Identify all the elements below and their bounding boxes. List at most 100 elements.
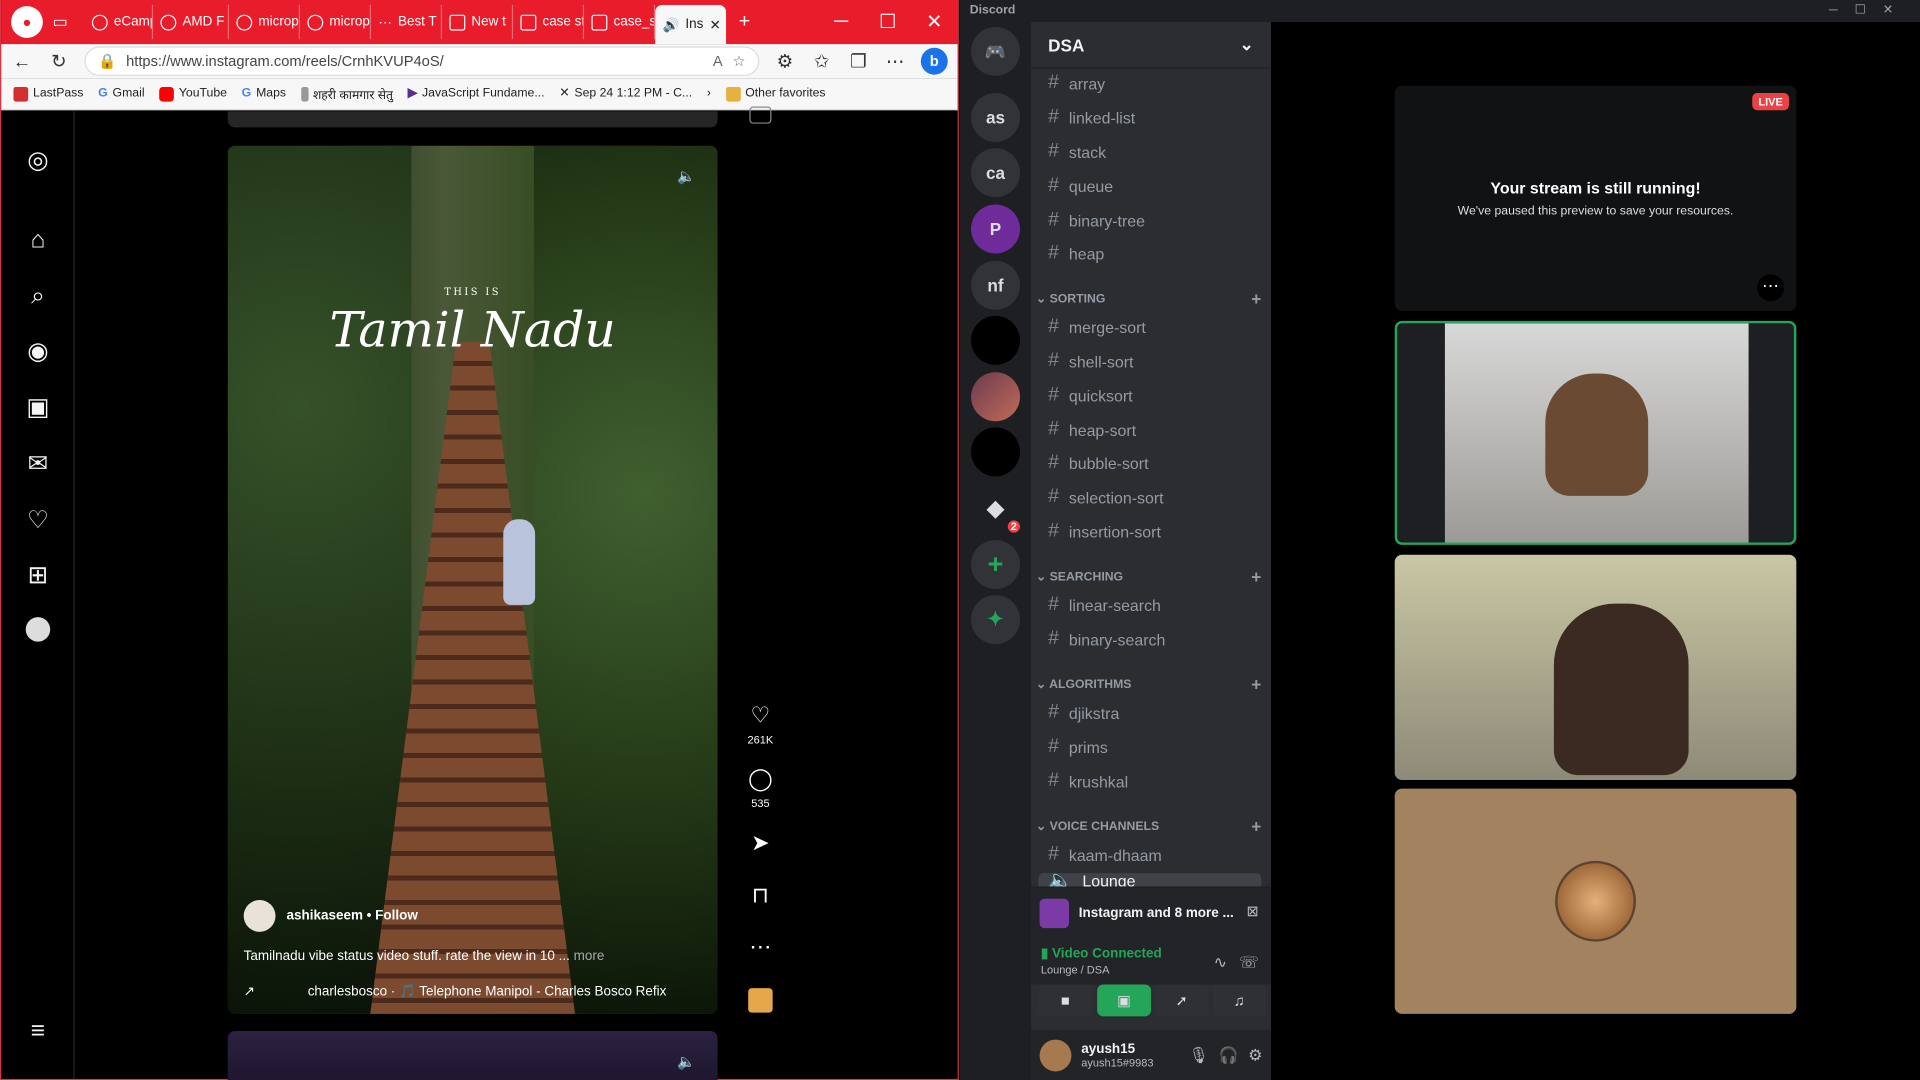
tab[interactable]: ⋯ Best T: [371, 4, 443, 40]
soundboard-button[interactable]: ♫: [1212, 984, 1267, 1017]
activity-launcher-button[interactable]: ➚: [1154, 984, 1209, 1017]
tab[interactable]: New t: [442, 4, 514, 40]
category-header[interactable]: ⌄ SORTING +: [1036, 287, 1261, 311]
settings-gear-icon[interactable]: ⚙: [1248, 1045, 1262, 1065]
other-favorites[interactable]: Other favorites: [725, 86, 826, 102]
messenger-icon[interactable]: ✉: [23, 449, 52, 478]
options-icon[interactable]: ⋯: [747, 934, 774, 960]
previous-reel[interactable]: [227, 111, 718, 128]
channel-item[interactable]: # krushkal: [1038, 765, 1261, 797]
category-header[interactable]: ⌄ VOICE CHANNELS +: [1036, 814, 1261, 838]
bookmark-item[interactable]: YouTube: [159, 86, 227, 102]
profile-icon[interactable]: ●: [11, 6, 43, 38]
follow-button[interactable]: Follow: [375, 909, 418, 924]
instagram-logo-icon[interactable]: ◎: [23, 146, 52, 175]
category-header[interactable]: ⌄ ALGORITHMS +: [1036, 672, 1261, 696]
bookmark-item[interactable]: G Gmail: [98, 87, 144, 100]
channel-item[interactable]: # queue: [1038, 170, 1261, 202]
channel-item[interactable]: # linear-search: [1038, 589, 1261, 621]
channel-item[interactable]: # heap: [1038, 238, 1261, 270]
menu-icon[interactable]: ⋯: [884, 50, 906, 72]
close-tab-icon[interactable]: ✕: [709, 17, 720, 33]
add-server-icon[interactable]: +: [971, 540, 1021, 589]
bing-icon[interactable]: b: [920, 47, 948, 75]
user-avatar[interactable]: [1039, 1038, 1072, 1071]
stop-activity-icon[interactable]: ⊠: [1246, 902, 1258, 919]
channel-item[interactable]: # prims: [1038, 731, 1261, 763]
favorite-star-icon[interactable]: ☆: [733, 53, 746, 70]
reel-nav-icon[interactable]: [749, 106, 772, 124]
discord-home-icon[interactable]: 🎮: [971, 26, 1021, 76]
tab-actions-icon[interactable]: ▭: [53, 12, 85, 32]
minimize-icon[interactable]: ─: [818, 11, 865, 33]
channel-item[interactable]: # bubble-sort: [1038, 447, 1261, 479]
connection-status[interactable]: ▮ Video Connected: [1041, 945, 1162, 962]
new-tab-icon[interactable]: +: [726, 11, 763, 33]
reel-video[interactable]: THIS IS Tamil Nadu 🔈 ashikaseem • Follow…: [227, 145, 718, 1014]
close-window-icon[interactable]: ✕: [911, 10, 958, 34]
tab[interactable]: microp: [300, 4, 372, 40]
tab[interactable]: microp: [229, 4, 301, 40]
save-icon[interactable]: ⊓: [747, 883, 774, 909]
channel-item[interactable]: # heap-sort: [1038, 414, 1261, 446]
bookmark-item[interactable]: LastPass: [13, 86, 83, 102]
category-header[interactable]: ⌄ SEARCHING +: [1036, 564, 1261, 588]
comment-icon[interactable]: ◯: [747, 767, 774, 793]
channel-item[interactable]: # selection-sort: [1038, 481, 1261, 513]
bookmark-item[interactable]: शहरी कामगार सेतु: [300, 85, 393, 102]
server-photo-icon[interactable]: [971, 372, 1021, 422]
activity-text[interactable]: Instagram and 8 more ...: [1079, 906, 1234, 921]
window-controls-icon[interactable]: ─☐✕: [1829, 4, 1910, 19]
voice-location[interactable]: Lounge / DSA: [1041, 964, 1110, 976]
channel-item[interactable]: # binary-search: [1038, 623, 1261, 655]
server-dark-icon[interactable]: [971, 315, 1021, 365]
add-channel-icon[interactable]: +: [1251, 567, 1261, 587]
bookmark-item[interactable]: ▶ JavaScript Fundame...: [408, 87, 545, 100]
favorites-icon[interactable]: ✩: [811, 50, 833, 72]
add-channel-icon[interactable]: +: [1251, 817, 1261, 837]
audio-row[interactable]: ↗ charlesbosco · 🎵 Telephone Manipol - C…: [244, 983, 667, 999]
volume-icon[interactable]: 🔈: [677, 168, 695, 185]
video-tile-speaking[interactable]: [1394, 320, 1797, 545]
audio-thumbnail[interactable]: [748, 988, 773, 1013]
channel-item[interactable]: # array: [1038, 67, 1261, 99]
server-p-icon[interactable]: P: [971, 204, 1021, 254]
tab[interactable]: case st: [513, 4, 585, 40]
user-info[interactable]: ayush15 ayush15#9983: [1081, 1041, 1179, 1068]
comment-action[interactable]: ◯ 535: [747, 767, 774, 810]
volume-icon[interactable]: 🔈: [677, 1053, 695, 1070]
add-channel-icon[interactable]: +: [1251, 675, 1261, 695]
tab[interactable]: AMD F: [153, 4, 229, 40]
noise-suppression-icon[interactable]: ∿: [1214, 953, 1227, 973]
channel-item[interactable]: # merge-sort: [1038, 311, 1261, 343]
reels-icon[interactable]: ▣: [23, 393, 52, 422]
profile-avatar-icon[interactable]: [25, 617, 51, 642]
channel-item[interactable]: # shell-sort: [1038, 345, 1261, 377]
headphones-icon[interactable]: 🎧: [1219, 1045, 1239, 1065]
stream-options-icon[interactable]: ⋯: [1757, 274, 1785, 302]
microphone-icon[interactable]: 🎙: [1189, 1045, 1209, 1065]
url-field[interactable]: 🔒 https://www.instagram.com/reels/CrnhKV…: [84, 46, 760, 76]
channel-item[interactable]: # djikstra: [1038, 697, 1261, 729]
share-icon[interactable]: ➤: [747, 830, 774, 856]
server-header[interactable]: DSA ⌄: [1031, 22, 1272, 69]
like-action[interactable]: ♡ 261K: [747, 703, 774, 746]
back-icon[interactable]: ←: [11, 51, 33, 72]
author-avatar[interactable]: [243, 900, 276, 932]
heart-icon[interactable]: ♡: [23, 506, 52, 535]
search-icon[interactable]: ⌕: [23, 282, 52, 311]
tab-active[interactable]: 🔊 Ins ✕: [655, 4, 727, 45]
channel-item[interactable]: # binary-tree: [1038, 204, 1261, 236]
camera-button[interactable]: ■: [1038, 984, 1093, 1017]
video-tile-avatar[interactable]: [1394, 788, 1797, 1014]
bookmark-item[interactable]: ✕ Sep 24 1:12 PM - C...: [559, 87, 692, 100]
stream-preview-tile[interactable]: LIVE Your stream is still running! We've…: [1394, 85, 1797, 312]
refresh-icon[interactable]: ↻: [48, 50, 70, 72]
add-channel-icon[interactable]: +: [1251, 289, 1261, 309]
speaker-icon[interactable]: 🔊: [662, 17, 679, 33]
bookmarks-overflow-icon[interactable]: ›: [707, 87, 711, 100]
server-google-icon[interactable]: ◆ 2: [971, 483, 1023, 536]
bookmark-item[interactable]: G Maps: [242, 87, 286, 100]
explore-icon[interactable]: ◉: [23, 337, 52, 366]
explore-servers-icon[interactable]: ✦: [971, 595, 1021, 645]
